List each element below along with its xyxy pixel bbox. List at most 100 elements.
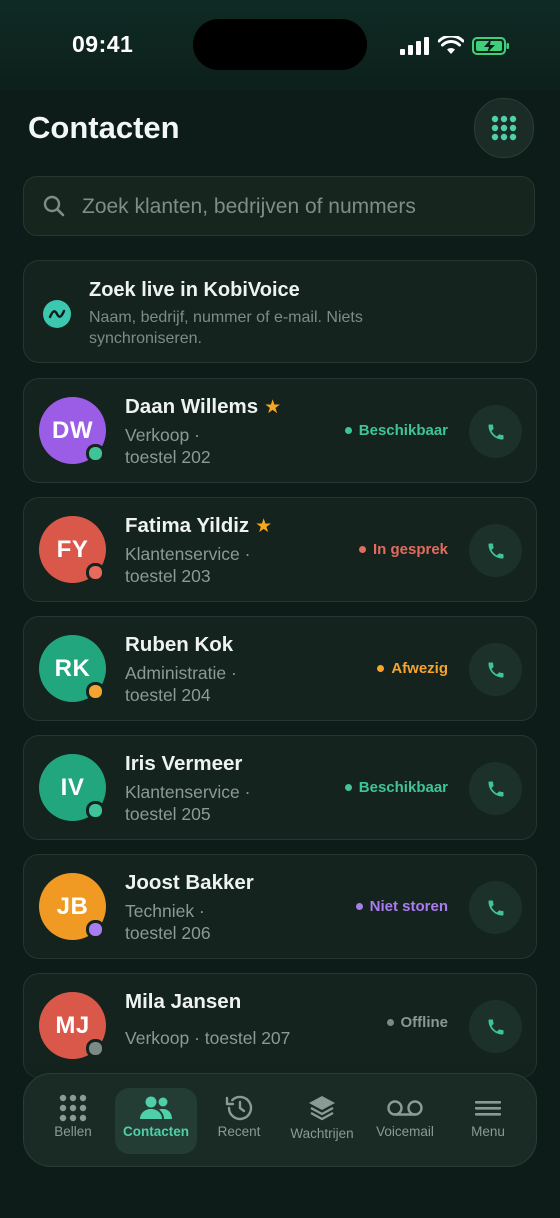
call-button[interactable] — [469, 881, 522, 934]
live-search-title: Zoek live in KobiVoice — [89, 279, 300, 301]
contact-department: Verkoop · toestel 202 — [125, 424, 211, 468]
status-label: Afwezig — [391, 660, 448, 677]
status-label: Beschikbaar — [358, 779, 448, 796]
contact-department: Verkoop · toestel 207 — [125, 1027, 290, 1049]
page-title: Contacten — [28, 110, 180, 145]
contact-name-text: Ruben Kok — [125, 633, 234, 656]
status-badge: In gesprek — [358, 541, 448, 558]
call-button[interactable] — [469, 524, 522, 577]
people-icon — [115, 1094, 197, 1122]
search-icon — [43, 195, 65, 217]
status-bar: 09:41 — [0, 0, 560, 90]
contact-name-text: Joost Bakker — [125, 871, 254, 894]
status-label: In gesprek — [372, 541, 448, 558]
presence-dot — [86, 563, 105, 582]
contact-name-text: Iris Vermeer — [125, 752, 243, 775]
wifi-icon — [438, 36, 464, 54]
tab-voicemail[interactable]: Voicemail — [364, 1088, 446, 1154]
extension-line: toestel 205 — [125, 804, 211, 824]
contact-card[interactable]: FY Fatima Yildiz ★ Klantenservice · toestel … — [23, 497, 537, 602]
live-search-card[interactable]: Zoek live in KobiVoice Naam, bedrijf, nu… — [23, 260, 537, 363]
department-line: Administratie · — [125, 663, 237, 683]
search-bar[interactable] — [23, 176, 535, 237]
contact-department: Administratie · toestel 204 — [125, 662, 237, 706]
contact-card[interactable]: DW Daan Willems ★ Verkoop · toestel 202 Besch… — [23, 378, 537, 483]
presence-dot — [86, 682, 105, 701]
presence-dot — [86, 920, 105, 939]
call-button[interactable] — [469, 643, 522, 696]
extension-line: toestel 204 — [125, 685, 211, 705]
contact-card[interactable]: JB Joost Bakker Techniek · toestel 206 Niet … — [23, 854, 537, 959]
favorite-star-icon: ★ — [264, 397, 282, 418]
contact-card[interactable]: RK Ruben Kok Administratie · toestel 204 Afw… — [23, 616, 537, 721]
status-time: 09:41 — [72, 31, 134, 57]
contact-name-text: Fatima Yildiz — [125, 514, 250, 537]
tab-bellen[interactable]: Bellen — [32, 1088, 114, 1154]
department-line: Verkoop · — [125, 425, 200, 445]
department-line: Klantenservice · — [125, 782, 251, 802]
call-button[interactable] — [469, 405, 522, 458]
extension-line: toestel 206 — [125, 923, 211, 943]
contact-name: Iris Vermeer — [125, 752, 242, 776]
department-line: Techniek · — [125, 901, 205, 921]
phone-icon — [488, 662, 503, 677]
tab-label: Menu — [471, 1124, 505, 1139]
battery-charging-icon — [472, 37, 509, 55]
keypad-icon — [32, 1094, 114, 1122]
status-dot — [344, 784, 352, 791]
presence-dot — [86, 444, 105, 463]
tab-label: Wachtrijen — [290, 1126, 354, 1141]
contact-department: Klantenservice · toestel 203 — [125, 543, 250, 587]
status-badge: Beschikbaar — [344, 422, 448, 439]
search-input[interactable] — [80, 177, 524, 237]
status-label: Beschikbaar — [358, 422, 448, 439]
contact-name: Mila Jansen — [125, 990, 241, 1014]
dynamic-island — [193, 19, 367, 70]
contact-card[interactable]: IV Iris Vermeer Klantenservice · toestel 20… — [23, 735, 537, 840]
voicemail-icon — [364, 1094, 446, 1122]
status-icons — [400, 34, 510, 58]
presence-dot — [86, 1039, 105, 1058]
favorite-star-icon: ★ — [255, 516, 273, 537]
status-dot — [386, 1019, 394, 1026]
department-line: Verkoop · toestel 207 — [125, 1028, 291, 1048]
live-search-subtitle: Naam, bedrijf, nummer of e-mail. Niets s… — [89, 309, 363, 347]
tab-label: Voicemail — [376, 1124, 434, 1139]
phone-icon — [488, 424, 503, 439]
extension-line: toestel 202 — [125, 447, 211, 467]
contact-name-text: Mila Jansen — [125, 990, 242, 1013]
department-line: Klantenservice · — [125, 544, 251, 564]
tab-label: Bellen — [54, 1124, 92, 1139]
status-dot — [358, 546, 366, 553]
contact-name-text: Daan Willems — [125, 395, 259, 418]
contact-department: Techniek · toestel 206 — [125, 900, 211, 944]
presence-dot — [86, 801, 105, 820]
extension-line: toestel 203 — [125, 566, 211, 586]
live-search-icon — [43, 300, 71, 328]
menu-icon — [447, 1094, 529, 1122]
phone-icon — [488, 543, 503, 558]
dialpad-button[interactable] — [474, 98, 534, 158]
tab-menu[interactable]: Menu — [447, 1088, 529, 1154]
contact-name: Fatima Yildiz ★ — [125, 514, 272, 538]
tab-label: Contacten — [122, 1124, 189, 1139]
layers-icon — [281, 1094, 363, 1122]
phone-icon — [488, 900, 503, 915]
tab-contacten[interactable]: Contacten — [115, 1088, 197, 1154]
contact-department: Klantenservice · toestel 205 — [125, 781, 250, 825]
tab-bar: Bellen Contacten Recent Wachtrijen Voicemail… — [23, 1073, 537, 1167]
contact-name: Joost Bakker — [125, 871, 254, 895]
call-button[interactable] — [469, 762, 522, 815]
status-dot — [377, 665, 385, 672]
tab-wachtrijen[interactable]: Wachtrijen — [281, 1088, 363, 1154]
call-button[interactable] — [469, 1000, 522, 1053]
status-dot — [344, 427, 352, 434]
contact-name: Daan Willems ★ — [125, 395, 281, 419]
tab-recent[interactable]: Recent — [198, 1088, 280, 1154]
status-label: Niet storen — [369, 898, 448, 915]
status-label: Offline — [400, 1014, 449, 1031]
signal-icon — [400, 37, 429, 55]
status-badge: Niet storen — [355, 898, 448, 915]
status-badge: Beschikbaar — [344, 779, 448, 796]
status-badge: Afwezig — [377, 660, 448, 677]
